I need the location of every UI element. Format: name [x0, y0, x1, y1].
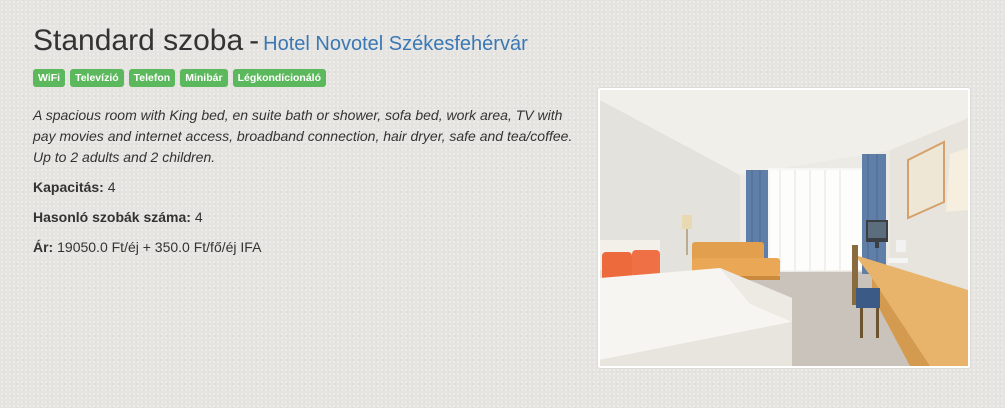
- hotel-link[interactable]: Hotel Novotel Székesfehérvár: [263, 33, 528, 55]
- amenity-badge-phone: Telefon: [128, 69, 176, 87]
- capacity-label: Kapacitás:: [33, 179, 104, 195]
- similar-rooms-row: Hasonló szobák száma: 4: [33, 207, 203, 227]
- capacity-value: 4: [107, 179, 116, 195]
- room-title: Standard szoba - Hotel Novotel Székesfehér…: [33, 22, 528, 63]
- title-separator: -: [249, 24, 260, 57]
- amenity-badges: WiFi Televízió Telefon Minibár Légkondíc…: [33, 69, 326, 87]
- amenity-badge-tv: Televízió: [70, 69, 124, 87]
- amenity-badge-wifi: WiFi: [33, 69, 66, 87]
- price-row: Ár: 19050.0 Ft/éj + 350.0 Ft/fő/éj IFA: [33, 237, 261, 257]
- price-label: Ár:: [33, 239, 54, 255]
- room-name: Standard szoba: [33, 24, 244, 57]
- similar-rooms-value: 4: [194, 209, 203, 225]
- amenity-badge-ac: Légkondícionáló: [232, 69, 326, 87]
- price-value: 19050.0 Ft/éj + 350.0 Ft/fő/éj IFA: [57, 239, 262, 255]
- room-photo[interactable]: [598, 88, 970, 368]
- capacity-row: Kapacitás: 4: [33, 177, 116, 197]
- room-description: A spacious room with King bed, en suite …: [33, 107, 573, 165]
- room-photo-illustration: [600, 90, 968, 366]
- amenity-badge-minibar: Minibár: [180, 69, 228, 87]
- similar-rooms-label: Hasonló szobák száma:: [33, 209, 191, 225]
